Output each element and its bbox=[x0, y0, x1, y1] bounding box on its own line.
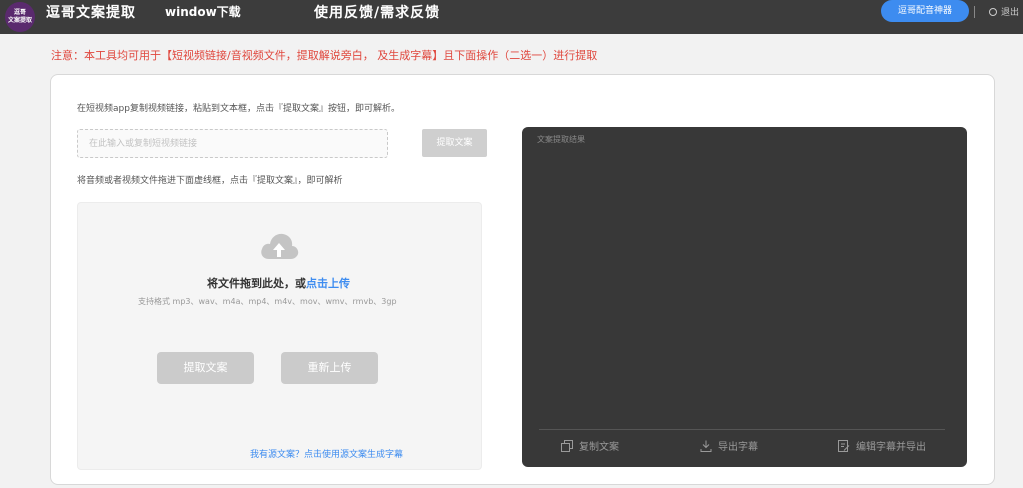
result-divider bbox=[539, 429, 945, 430]
copy-icon bbox=[561, 440, 573, 452]
drop-instruction: 将文件拖到此处，或点击上传 bbox=[207, 275, 350, 291]
edit-export-label: 编辑字幕并导出 bbox=[856, 442, 926, 453]
download-icon bbox=[700, 440, 712, 452]
drop-text-prefix: 将文件拖到此处，或 bbox=[207, 277, 306, 290]
app-title: 逗哥文案提取 bbox=[46, 5, 136, 21]
supported-formats: 支持格式 mp3、wav、m4a、mp4、m4v、mov、wmv、rmvb、3g… bbox=[138, 297, 397, 306]
cloud-upload-icon bbox=[261, 233, 299, 259]
power-icon bbox=[989, 8, 997, 16]
extract-url-button[interactable]: 提取文案 bbox=[422, 129, 487, 157]
edit-document-icon bbox=[838, 440, 850, 452]
export-label: 导出字幕 bbox=[718, 442, 758, 453]
source-text-subtitle-link[interactable]: 我有源文案？点击使用源文案生成字幕 bbox=[250, 447, 403, 461]
copy-text-button[interactable]: 复制文案 bbox=[561, 438, 619, 454]
logout-label: 退出 bbox=[1001, 8, 1020, 18]
export-subtitle-button[interactable]: 导出字幕 bbox=[700, 438, 758, 454]
file-hint: 将音频或者视频文件拖进下面虚线框，点击『提取文案』，即可解析 bbox=[77, 176, 343, 186]
copy-label: 复制文案 bbox=[579, 442, 619, 453]
extract-file-button[interactable]: 提取文案 bbox=[157, 352, 254, 384]
click-upload-link[interactable]: 点击上传 bbox=[306, 277, 350, 290]
nav-window-download[interactable]: window下载 bbox=[165, 3, 241, 19]
edit-export-subtitle-button[interactable]: 编辑字幕并导出 bbox=[838, 438, 926, 454]
dubbing-tool-button[interactable]: 逗哥配音神器 bbox=[881, 0, 969, 22]
app-logo[interactable]: 逗哥 文案提取 bbox=[5, 2, 35, 32]
result-panel[interactable] bbox=[522, 127, 967, 467]
top-bar bbox=[0, 0, 1023, 34]
reupload-button[interactable]: 重新上传 bbox=[281, 352, 378, 384]
url-hint: 在短视频app复制视频链接，粘贴到文本框，点击『提取文案』按钮，即可解析。 bbox=[77, 104, 400, 114]
nav-feedback[interactable]: 使用反馈/需求反馈 bbox=[314, 2, 440, 21]
notice-text: 注意：本工具均可用于【短视频链接/音视频文件，提取解说旁白， 及生成字幕】且下面… bbox=[51, 49, 598, 62]
header-divider bbox=[974, 6, 975, 18]
result-title: 文案提取结果 bbox=[537, 135, 585, 144]
logout-button[interactable]: 退出 bbox=[989, 5, 1019, 19]
video-url-input[interactable] bbox=[77, 129, 388, 158]
